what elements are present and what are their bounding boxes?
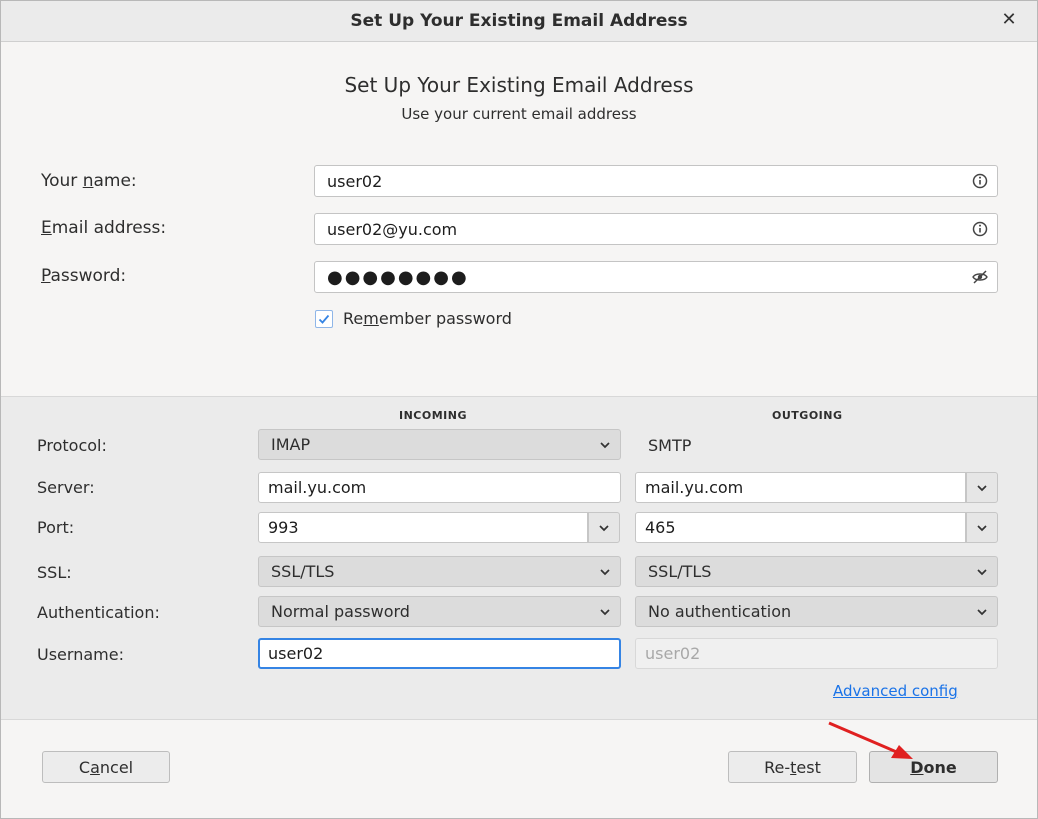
remember-password-label: Remember password [343, 309, 512, 328]
chevron-down-icon [977, 525, 987, 532]
password-label: Password: [41, 266, 127, 286]
authentication-label: Authentication: [37, 603, 160, 622]
email-value: user02@yu.com [327, 219, 458, 239]
ssl-label: SSL: [37, 563, 72, 582]
chevron-down-icon [977, 485, 987, 492]
checkmark-icon [318, 314, 330, 324]
chevron-down-icon [599, 525, 609, 532]
email-input[interactable]: user02@yu.com [314, 213, 998, 245]
incoming-protocol-select[interactable]: IMAP [258, 429, 621, 460]
outgoing-username-input: user02 [635, 638, 998, 669]
red-arrow-annotation [828, 721, 913, 759]
email-label: Email address: [41, 218, 167, 238]
password-value: ●●●●●●●● [327, 266, 469, 288]
protocol-label: Protocol: [37, 436, 107, 455]
chevron-down-icon [977, 569, 987, 576]
outgoing-authentication-select[interactable]: No authentication [635, 596, 998, 627]
password-input[interactable]: ●●●●●●●● [314, 261, 998, 293]
outgoing-protocol: SMTP [648, 436, 692, 455]
outgoing-port-dropdown-button[interactable] [966, 512, 998, 543]
outgoing-ssl-select[interactable]: SSL/TLS [635, 556, 998, 587]
server-settings-panel: INCOMING OUTGOING Protocol: IMAP SMTP Se… [1, 396, 1037, 720]
port-label: Port: [37, 518, 75, 537]
info-icon[interactable] [971, 172, 989, 190]
remember-password-checkbox[interactable] [315, 309, 333, 328]
name-label: Your name: [41, 171, 137, 191]
incoming-ssl-select[interactable]: SSL/TLS [258, 556, 621, 587]
incoming-username-input[interactable]: user02 [258, 638, 621, 669]
cancel-button[interactable]: Ca ncel [42, 751, 170, 783]
name-input[interactable]: user02 [314, 165, 998, 197]
eye-slash-icon[interactable] [971, 268, 989, 286]
outgoing-header: OUTGOING [772, 409, 843, 422]
incoming-port-input[interactable]: 993 [258, 512, 588, 543]
advanced-config-link[interactable]: Advanced config [833, 682, 958, 700]
incoming-authentication-select[interactable]: Normal password [258, 596, 621, 627]
outgoing-port-input[interactable]: 465 [635, 512, 966, 543]
incoming-port-dropdown-button[interactable] [588, 512, 620, 543]
name-value: user02 [327, 171, 383, 191]
window-title: Set Up Your Existing Email Address [350, 11, 688, 31]
chevron-down-icon [600, 442, 610, 449]
close-icon[interactable]: ✕ [999, 10, 1019, 30]
chevron-down-icon [600, 569, 610, 576]
server-label: Server: [37, 478, 95, 497]
incoming-header: INCOMING [399, 409, 467, 422]
info-icon[interactable] [971, 220, 989, 238]
username-label: Username: [37, 645, 124, 664]
chevron-down-icon [600, 609, 610, 616]
incoming-server-input[interactable]: mail.yu.com [258, 472, 621, 503]
chevron-down-icon [977, 609, 987, 616]
outgoing-server-input[interactable]: mail.yu.com [635, 472, 966, 503]
page-subtitle: Use your current email address [401, 105, 637, 123]
setup-dialog: Set Up Your Existing Email Address ✕ Set… [0, 0, 1038, 819]
page-title: Set Up Your Existing Email Address [344, 73, 694, 97]
remember-password-row[interactable]: Remember password [315, 309, 512, 328]
outgoing-server-dropdown-button[interactable] [966, 472, 998, 503]
title-bar: Set Up Your Existing Email Address ✕ [1, 1, 1037, 42]
